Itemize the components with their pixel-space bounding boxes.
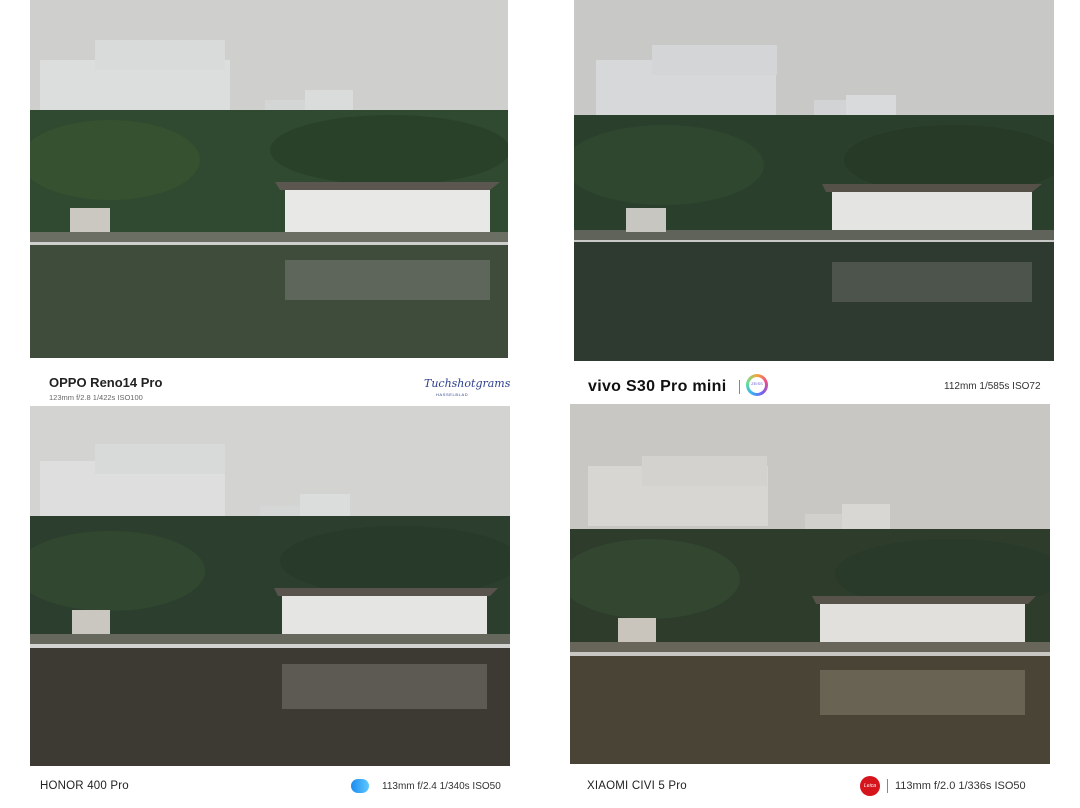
photo-honor (30, 406, 510, 766)
separator-xiaomi (887, 779, 888, 793)
photo-vivo-scene (574, 0, 1054, 361)
leica-logo-text: Leica (864, 783, 876, 789)
zeiss-logo-text: ZEISS (751, 381, 763, 386)
signature-oppo: Tuchshotgrams (424, 377, 511, 390)
specs-xiaomi: 113mm f/2.0 1/336s ISO50 (895, 780, 1026, 792)
signature-sub-oppo: HASSELBLAD (436, 392, 469, 397)
specs-oppo: 123mm f/2.8 1/422s ISO100 (49, 393, 143, 402)
specs-vivo: 112mm 1/585s ISO72 (944, 381, 1041, 392)
model-name-oppo: OPPO Reno14 Pro (49, 375, 163, 390)
photo-honor-scene (30, 406, 510, 766)
honor-logo-icon (351, 779, 369, 793)
photo-vivo (574, 0, 1054, 361)
zeiss-logo-icon: ZEISS (746, 374, 768, 396)
leica-logo-icon: Leica (860, 776, 880, 796)
model-name-vivo: vivo S30 Pro mini (588, 378, 727, 395)
separator-vivo (739, 380, 740, 394)
photo-oppo (30, 0, 508, 358)
photo-xiaomi (570, 404, 1050, 764)
photo-oppo-scene (30, 0, 508, 358)
model-name-xiaomi: XIAOMI CIVI 5 Pro (587, 780, 687, 792)
photo-xiaomi-scene (570, 404, 1050, 764)
model-name-honor: HONOR 400 Pro (40, 780, 129, 792)
specs-honor: 113mm f/2.4 1/340s ISO50 (382, 781, 501, 792)
